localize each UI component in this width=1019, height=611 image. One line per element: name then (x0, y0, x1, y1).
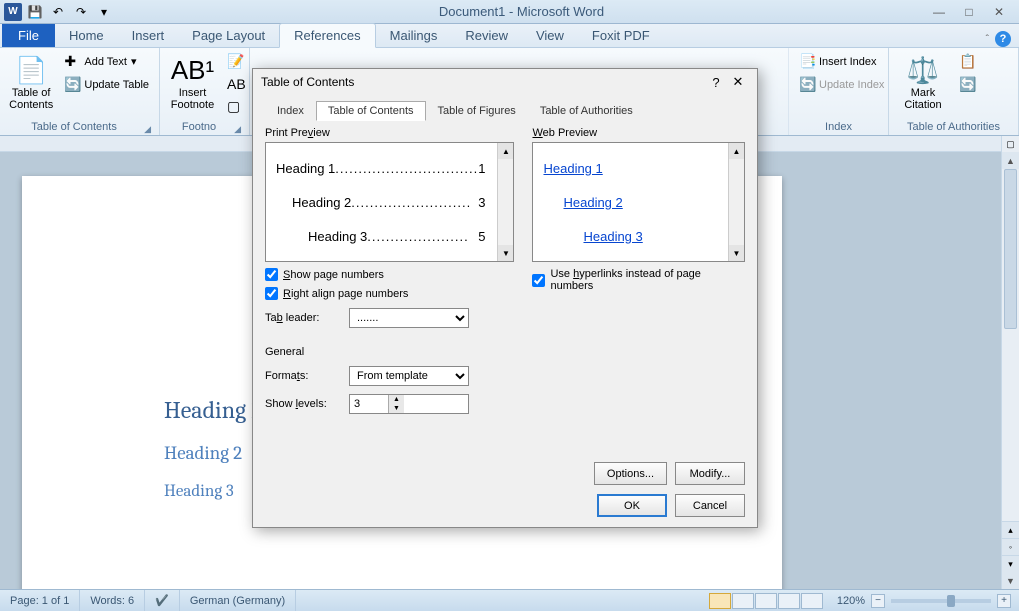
ok-button[interactable]: OK (597, 494, 667, 517)
print-preview-scroll[interactable]: ▲▼ (497, 143, 513, 261)
use-hyperlinks-label: Use hyperlinks instead of page numbers (550, 268, 745, 292)
print-preview-column: Print Preview Heading 1 ................… (265, 127, 514, 414)
show-levels-input[interactable] (350, 395, 388, 413)
tab-leader-select[interactable]: ....... (349, 308, 469, 328)
spin-down[interactable]: ▼ (388, 404, 404, 413)
print-preview-label: Print Preview (265, 127, 514, 139)
cancel-button[interactable]: Cancel (675, 494, 745, 517)
show-levels-label: Show levels: (265, 398, 341, 410)
right-align-checkbox[interactable] (265, 287, 278, 300)
dialog-titlebar[interactable]: Table of Contents ? ✕ (253, 69, 757, 95)
options-button[interactable]: Options... (594, 462, 667, 485)
modify-button[interactable]: Modify... (675, 462, 745, 485)
use-hyperlinks-checkbox[interactable] (532, 274, 545, 287)
spin-up[interactable]: ▲ (388, 395, 404, 404)
dialog-close-button[interactable]: ✕ (727, 74, 749, 90)
dialog-mid-buttons: Options... Modify... (594, 462, 745, 485)
show-page-numbers-label: Show page numbers (283, 269, 384, 281)
general-label: General (265, 346, 514, 358)
tab-leader-label: Tab leader: (265, 312, 341, 324)
dialog-help-button[interactable]: ? (705, 75, 727, 90)
formats-label: Formats: (265, 370, 341, 382)
web-preview-box: Heading 1 Heading 2 Heading 3 ▲▼ (532, 142, 745, 262)
web-preview-scroll[interactable]: ▲▼ (728, 143, 744, 261)
dlg-tab-toc[interactable]: Table of Contents (316, 101, 426, 121)
web-h1-link: Heading 1 (543, 161, 602, 176)
dialog-overlay: Table of Contents ? ✕ Index Table of Con… (0, 0, 1019, 611)
dlg-tab-index[interactable]: Index (265, 101, 316, 121)
dialog-tabs: Index Table of Contents Table of Figures… (253, 95, 757, 121)
dialog-title: Table of Contents (261, 75, 705, 89)
print-preview-box: Heading 1 ..............................… (265, 142, 514, 262)
dlg-tab-tof[interactable]: Table of Figures (426, 101, 528, 121)
toc-dialog: Table of Contents ? ✕ Index Table of Con… (252, 68, 758, 528)
dialog-bottom-buttons: OK Cancel (597, 494, 745, 517)
dialog-body: Print Preview Heading 1 ................… (253, 121, 757, 420)
show-levels-spinner[interactable]: ▲▼ (349, 394, 469, 414)
right-align-label: Right align page numbers (283, 288, 408, 300)
web-preview-column: Web Preview Heading 1 Heading 2 Heading … (532, 127, 745, 414)
formats-select[interactable]: From template (349, 366, 469, 386)
web-preview-label: Web Preview (532, 127, 745, 139)
dlg-tab-toa[interactable]: Table of Authorities (528, 101, 645, 121)
web-h2-link: Heading 2 (563, 195, 622, 210)
web-h3-link: Heading 3 (583, 229, 642, 244)
show-page-numbers-checkbox[interactable] (265, 268, 278, 281)
